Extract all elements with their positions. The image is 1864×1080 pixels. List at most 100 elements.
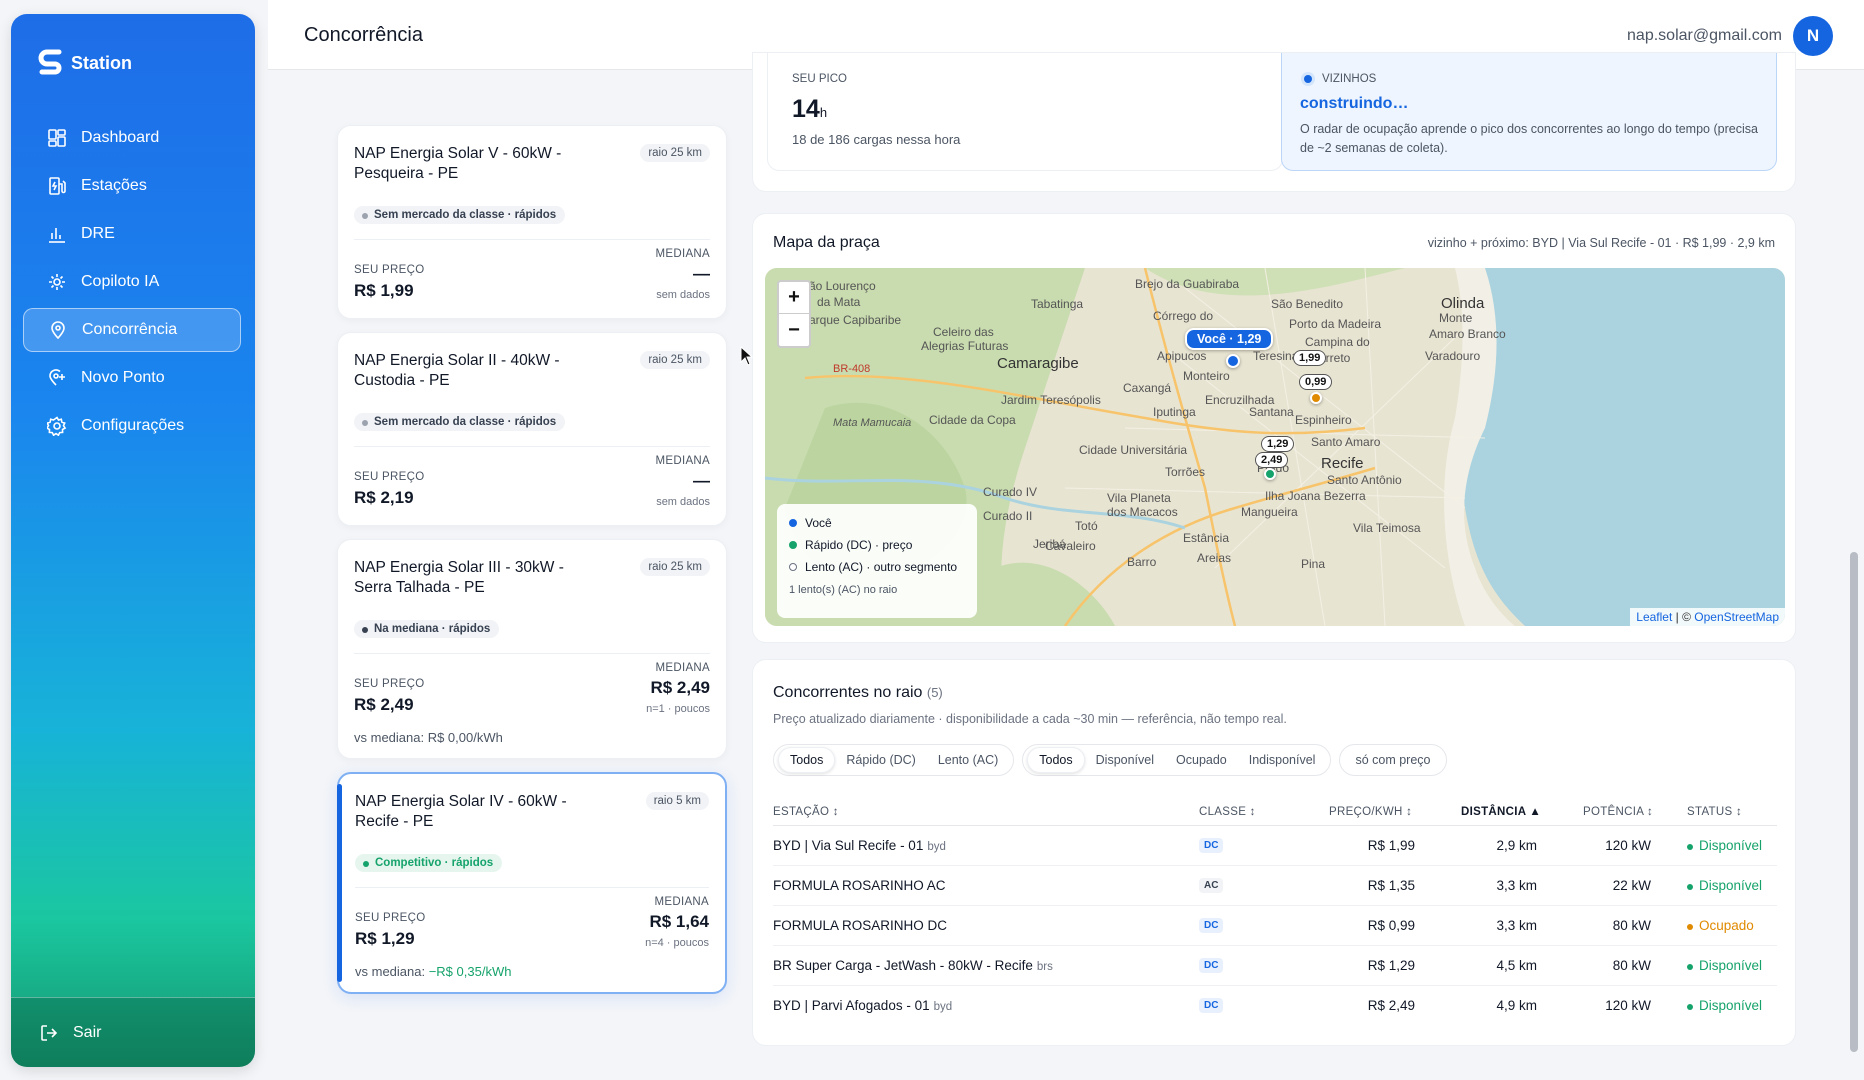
column-header-distance[interactable]: DISTÂNCIA ▲	[1461, 806, 1541, 818]
svg-text:Santo Antônio: Santo Antônio	[1327, 473, 1402, 487]
table-row[interactable]: BYD | Parvi Afogados - 01 byd DC R$ 2,49 …	[773, 986, 1777, 1026]
filter-class-ac[interactable]: Lento (AC)	[927, 748, 1009, 772]
logout-label: Sair	[73, 1023, 102, 1041]
svg-text:Vila Planeta: Vila Planeta	[1107, 491, 1171, 505]
competitor-marker[interactable]	[1264, 468, 1276, 480]
busy-competitor-marker[interactable]	[1310, 392, 1322, 404]
table-row[interactable]: FORMULA ROSARINHO AC AC R$ 1,35 3,3 km 2…	[773, 866, 1777, 906]
radius-badge: raio 25 km	[640, 144, 710, 162]
filter-with-price[interactable]: só com preço	[1344, 748, 1441, 772]
station-card[interactable]: NAP Energia Solar II - 40kW - Custodia -…	[337, 332, 727, 526]
station-name-cell: FORMULA ROSARINHO AC	[773, 878, 946, 893]
brand[interactable]: Station	[37, 48, 132, 78]
peak-sub: 18 de 186 cargas nessa hora	[792, 132, 961, 147]
svg-text:Ilha Joana Bezerra: Ilha Joana Bezerra	[1265, 489, 1366, 503]
sidebar-item-copiloto[interactable]: Copiloto IA	[23, 260, 241, 304]
column-header-status[interactable]: STATUS ↕	[1687, 806, 1742, 818]
sidebar-item-label: Configurações	[81, 417, 185, 434]
neighbors-box: VIZINHOS construindo… O radar de ocupaçã…	[1281, 53, 1777, 171]
competition-map[interactable]: São Lourenço da Mata Parque Capibaribe Ce…	[765, 268, 1785, 626]
filter-status-unavailable[interactable]: Indisponível	[1238, 748, 1327, 772]
sidebar-item-label: Copiloto IA	[81, 273, 160, 290]
svg-text:Totó: Totó	[1075, 519, 1098, 533]
page-scrollbar[interactable]	[1850, 552, 1858, 1052]
median-value: R$ 2,49	[650, 678, 710, 697]
bar-chart-icon	[49, 228, 65, 243]
price-marker-label[interactable]: 1,29	[1261, 436, 1295, 452]
station-brand: byd	[927, 841, 946, 853]
median-value: R$ 1,64	[649, 912, 709, 931]
station-name: BYD | Via Sul Recife - 01	[773, 838, 924, 853]
sidebar-item-novo-ponto[interactable]: Novo Ponto	[23, 356, 241, 400]
svg-text:Porto da Madeira: Porto da Madeira	[1289, 317, 1381, 331]
table-row[interactable]: BYD | Via Sul Recife - 01 byd DC R$ 1,99 …	[773, 826, 1777, 866]
price-marker-label[interactable]: 2,49	[1255, 452, 1289, 468]
sidebar-item-dre[interactable]: DRE	[23, 212, 241, 256]
svg-text:Córrego do: Córrego do	[1153, 309, 1213, 323]
sidebar-item-label: DRE	[81, 225, 115, 242]
filter-status-busy[interactable]: Ocupado	[1165, 748, 1238, 772]
status-cell: Ocupado	[1687, 918, 1754, 933]
filter-status-available[interactable]: Disponível	[1085, 748, 1165, 772]
power-cell: 120 kW	[1605, 838, 1651, 853]
price-marker-label[interactable]: 0,99	[1299, 374, 1333, 390]
competitors-panel: Concorrentes no raio (5) Preço atualizad…	[752, 659, 1796, 1046]
median-sub: sem dados	[656, 289, 710, 301]
your-station-marker[interactable]	[1226, 354, 1240, 368]
power-cell: 80 kW	[1612, 958, 1651, 973]
class-badge: DC	[1199, 958, 1224, 973]
svg-text:Torrões: Torrões	[1165, 465, 1205, 479]
price-marker-label[interactable]: 1,99	[1293, 350, 1327, 366]
svg-text:BR-408: BR-408	[833, 363, 870, 375]
avatar[interactable]: N	[1793, 16, 1833, 56]
your-price-label: SEU PREÇO	[355, 912, 426, 924]
station-card[interactable]: NAP Energia Solar V - 60kW - Pesqueira -…	[337, 125, 727, 319]
radius-badge: raio 5 km	[645, 792, 709, 810]
sidebar-item-configuracoes[interactable]: Configurações	[23, 404, 241, 448]
station-icon	[49, 177, 66, 195]
svg-text:Olinda: Olinda	[1441, 295, 1485, 312]
svg-text:Santana: Santana	[1249, 405, 1294, 419]
filter-status-all[interactable]: Todos	[1027, 747, 1085, 773]
location-pin-icon	[51, 321, 65, 340]
filter-class-dc[interactable]: Rápido (DC)	[835, 748, 926, 772]
status-cell: Disponível	[1687, 878, 1762, 893]
table-row[interactable]: FORMULA ROSARINHO DC DC R$ 0,99 3,3 km 8…	[773, 906, 1777, 946]
station-card[interactable]: NAP Energia Solar III - 30kW - Serra Tal…	[337, 539, 727, 759]
column-header-station[interactable]: ESTAÇÃO ↕	[773, 806, 839, 818]
svg-text:São Lourenço: São Lourenço	[801, 279, 876, 293]
median-label: MEDIANA	[655, 248, 710, 260]
sidebar-nav: Dashboard Estações DRE Copiloto IA Conco…	[23, 116, 241, 452]
median-value: —	[693, 264, 710, 283]
table-row[interactable]: BR Super Carga - JetWash - 80kW - Recife…	[773, 946, 1777, 986]
vs-median-delta: −R$ 0,35/kWh	[428, 964, 512, 979]
osm-link[interactable]: OpenStreetMap	[1694, 610, 1779, 624]
zoom-in-button[interactable]: +	[779, 282, 809, 314]
sidebar-item-estacoes[interactable]: Estações	[23, 164, 241, 208]
logout-button[interactable]: Sair	[11, 997, 255, 1067]
class-badge: AC	[1199, 878, 1224, 893]
svg-text:Mata Mamucaia: Mata Mamucaia	[833, 417, 911, 429]
peak-label: SEU PICO	[792, 73, 847, 85]
column-header-power[interactable]: POTÊNCIA ↕	[1583, 806, 1653, 818]
filter-class-all[interactable]: Todos	[778, 747, 836, 773]
median-sub: n=1 · poucos	[646, 703, 710, 715]
your-price-label-marker[interactable]: Você · 1,29	[1185, 328, 1274, 350]
zoom-out-button[interactable]: −	[779, 314, 809, 346]
station-card-title: NAP Energia Solar IV - 60kW - Recife - P…	[355, 793, 567, 830]
leaflet-link[interactable]: Leaflet	[1636, 610, 1672, 624]
station-card-selected[interactable]: NAP Energia Solar IV - 60kW - Recife - P…	[337, 772, 727, 994]
column-header-class[interactable]: CLASSE ↕	[1199, 806, 1256, 818]
sidebar-item-label: Estações	[81, 177, 147, 194]
status-cell: Disponível	[1687, 958, 1762, 973]
svg-text:Estância: Estância	[1183, 531, 1229, 545]
svg-text:dos Macacos: dos Macacos	[1107, 505, 1178, 519]
station-name-cell: BYD | Via Sul Recife - 01 byd	[773, 838, 946, 853]
sidebar-item-concorrencia[interactable]: Concorrência	[23, 308, 241, 352]
station-name: BYD | Parvi Afogados - 01	[773, 998, 930, 1013]
column-header-price[interactable]: PREÇO/KWH ↕	[1329, 806, 1412, 818]
sidebar-item-dashboard[interactable]: Dashboard	[23, 116, 241, 160]
your-price-value: R$ 1,99	[354, 281, 414, 300]
median-sub: sem dados	[656, 496, 710, 508]
radius-badge: raio 25 km	[640, 351, 710, 369]
